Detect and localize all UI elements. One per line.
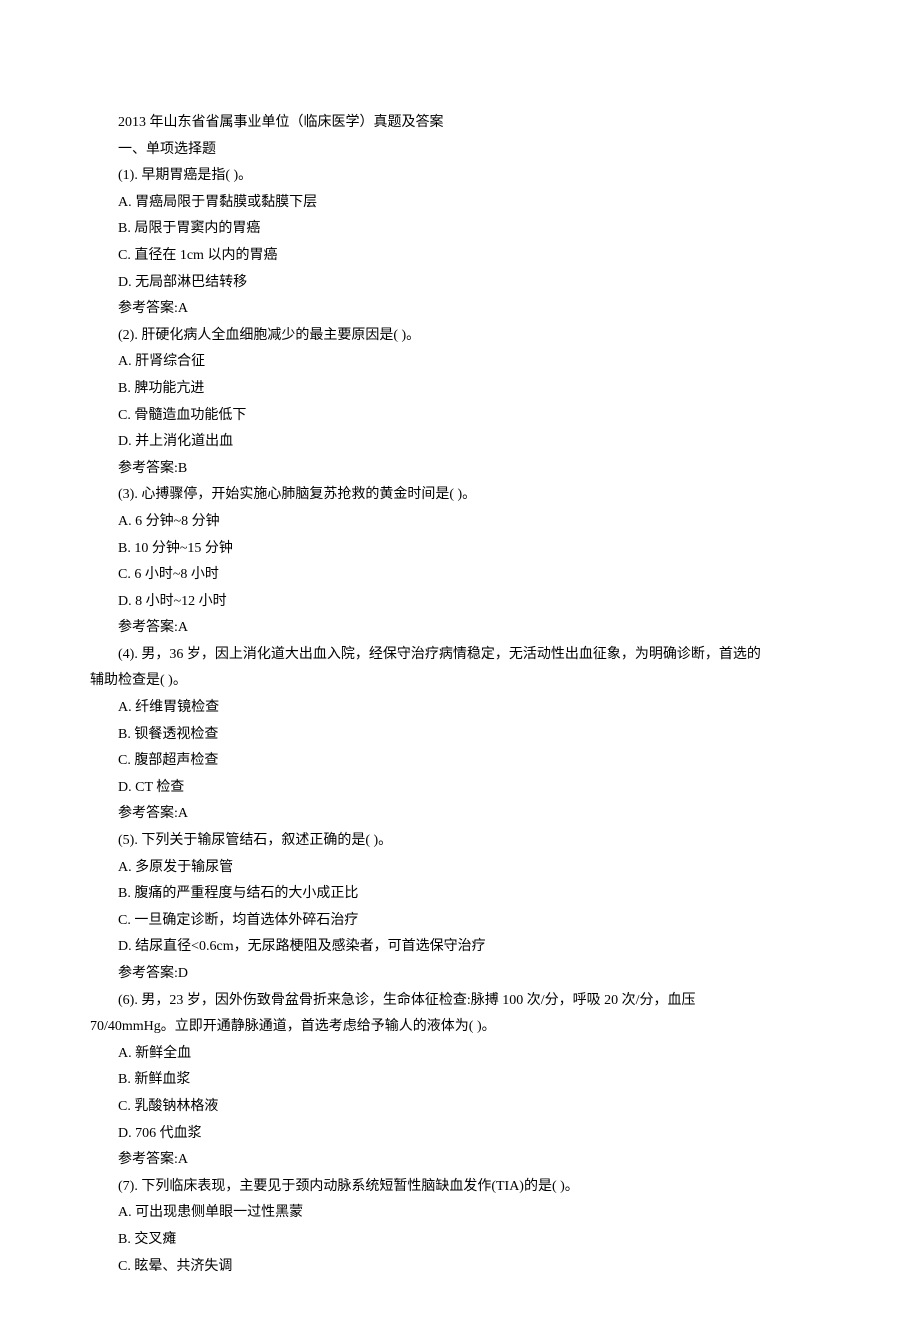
question-stem: (5). 下列关于输尿管结石，叙述正确的是( )。 [90,828,830,855]
question-option: A. 6 分钟~8 分钟 [90,509,830,536]
question-option: B. 局限于胃窦内的胃癌 [90,216,830,243]
question-stem: (7). 下列临床表现，主要见于颈内动脉系统短暂性脑缺血发作(TIA)的是( )… [90,1174,830,1201]
question-option: A. 肝肾综合征 [90,349,830,376]
question-stem: (4). 男，36 岁，因上消化道大出血入院，经保守治疗病情稳定，无活动性出血征… [90,642,830,669]
question-option: B. 10 分钟~15 分钟 [90,536,830,563]
question-answer: 参考答案:A [90,801,830,828]
question-option: C. 一旦确定诊断，均首选体外碎石治疗 [90,908,830,935]
question-stem-wrap: 70/40mmHg。立即开通静脉通道，首选考虑给予输人的液体为( )。 [90,1014,830,1041]
question-option: D. 无局部淋巴结转移 [90,270,830,297]
section-heading: 一、单项选择题 [90,137,830,164]
question-option: A. 多原发于输尿管 [90,855,830,882]
question-option: D. 8 小时~12 小时 [90,589,830,616]
question-answer: 参考答案:B [90,456,830,483]
document-content: 2013 年山东省省属事业单位（临床医学）真题及答案 一、单项选择题 (1). … [90,110,830,1280]
question-stem: (1). 早期胃癌是指( )。 [90,163,830,190]
question-option: A. 纤维胃镜检查 [90,695,830,722]
question-stem-wrap: 辅助检查是( )。 [90,668,830,695]
question-option: C. 6 小时~8 小时 [90,562,830,589]
question-option: C. 眩晕、共济失调 [90,1254,830,1281]
question-option: C. 骨髓造血功能低下 [90,403,830,430]
question-option: B. 腹痛的严重程度与结石的大小成正比 [90,881,830,908]
question-option: D. 706 代血浆 [90,1121,830,1148]
question-option: B. 钡餐透视检查 [90,722,830,749]
document-title: 2013 年山东省省属事业单位（临床医学）真题及答案 [90,110,830,137]
question-stem: (2). 肝硬化病人全血细胞减少的最主要原因是( )。 [90,323,830,350]
question-option: C. 腹部超声检查 [90,748,830,775]
question-option: A. 新鲜全血 [90,1041,830,1068]
question-option: C. 直径在 1cm 以内的胃癌 [90,243,830,270]
question-answer: 参考答案:A [90,296,830,323]
question-answer: 参考答案:A [90,615,830,642]
question-option: B. 脾功能亢进 [90,376,830,403]
question-option: D. 结尿直径<0.6cm，无尿路梗阻及感染者，可首选保守治疗 [90,934,830,961]
question-option: A. 胃癌局限于胃黏膜或黏膜下层 [90,190,830,217]
question-stem: (6). 男，23 岁，因外伤致骨盆骨折来急诊，生命体征检查:脉搏 100 次/… [90,988,830,1015]
question-option: B. 交叉瘫 [90,1227,830,1254]
question-option: B. 新鲜血浆 [90,1067,830,1094]
question-stem: (3). 心搏骤停，开始实施心肺脑复苏抢救的黄金时间是( )。 [90,482,830,509]
question-option: D. 并上消化道出血 [90,429,830,456]
question-option: A. 可出现患侧单眼一过性黑蒙 [90,1200,830,1227]
question-option: C. 乳酸钠林格液 [90,1094,830,1121]
question-answer: 参考答案:A [90,1147,830,1174]
question-answer: 参考答案:D [90,961,830,988]
question-option: D. CT 检查 [90,775,830,802]
